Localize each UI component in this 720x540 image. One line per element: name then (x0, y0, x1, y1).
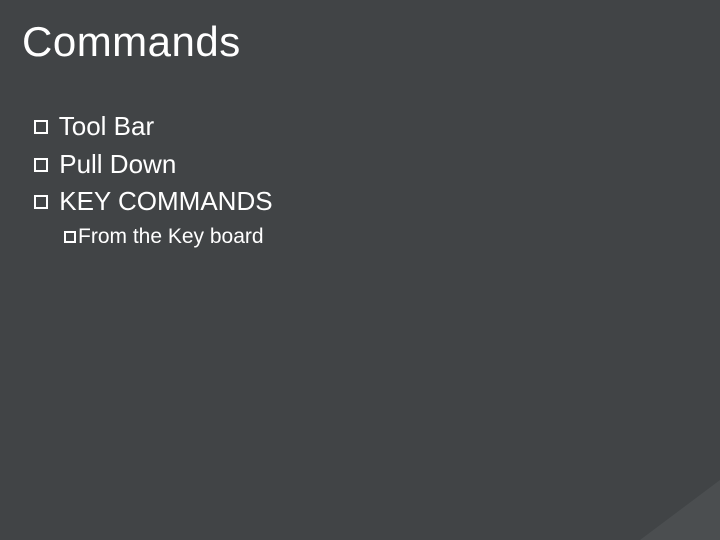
list-item-label: Pull Down (52, 149, 176, 179)
bullet-list: Tool Bar Pull Down KEY COMMANDS From the… (34, 108, 273, 253)
list-item-label: Tool Bar (52, 111, 154, 141)
corner-decoration (640, 480, 720, 540)
list-item: KEY COMMANDS (34, 183, 273, 221)
bullet-icon (34, 120, 48, 134)
list-item: Tool Bar (34, 108, 273, 146)
sub-list-item: From the Key board (64, 221, 273, 253)
sub-list-item-label: From the Key board (78, 225, 264, 248)
list-item: Pull Down (34, 146, 273, 184)
list-item-label: KEY COMMANDS (52, 186, 273, 216)
slide-title: Commands (22, 18, 241, 66)
bullet-icon (34, 158, 48, 172)
bullet-icon (64, 231, 76, 243)
bullet-icon (34, 195, 48, 209)
